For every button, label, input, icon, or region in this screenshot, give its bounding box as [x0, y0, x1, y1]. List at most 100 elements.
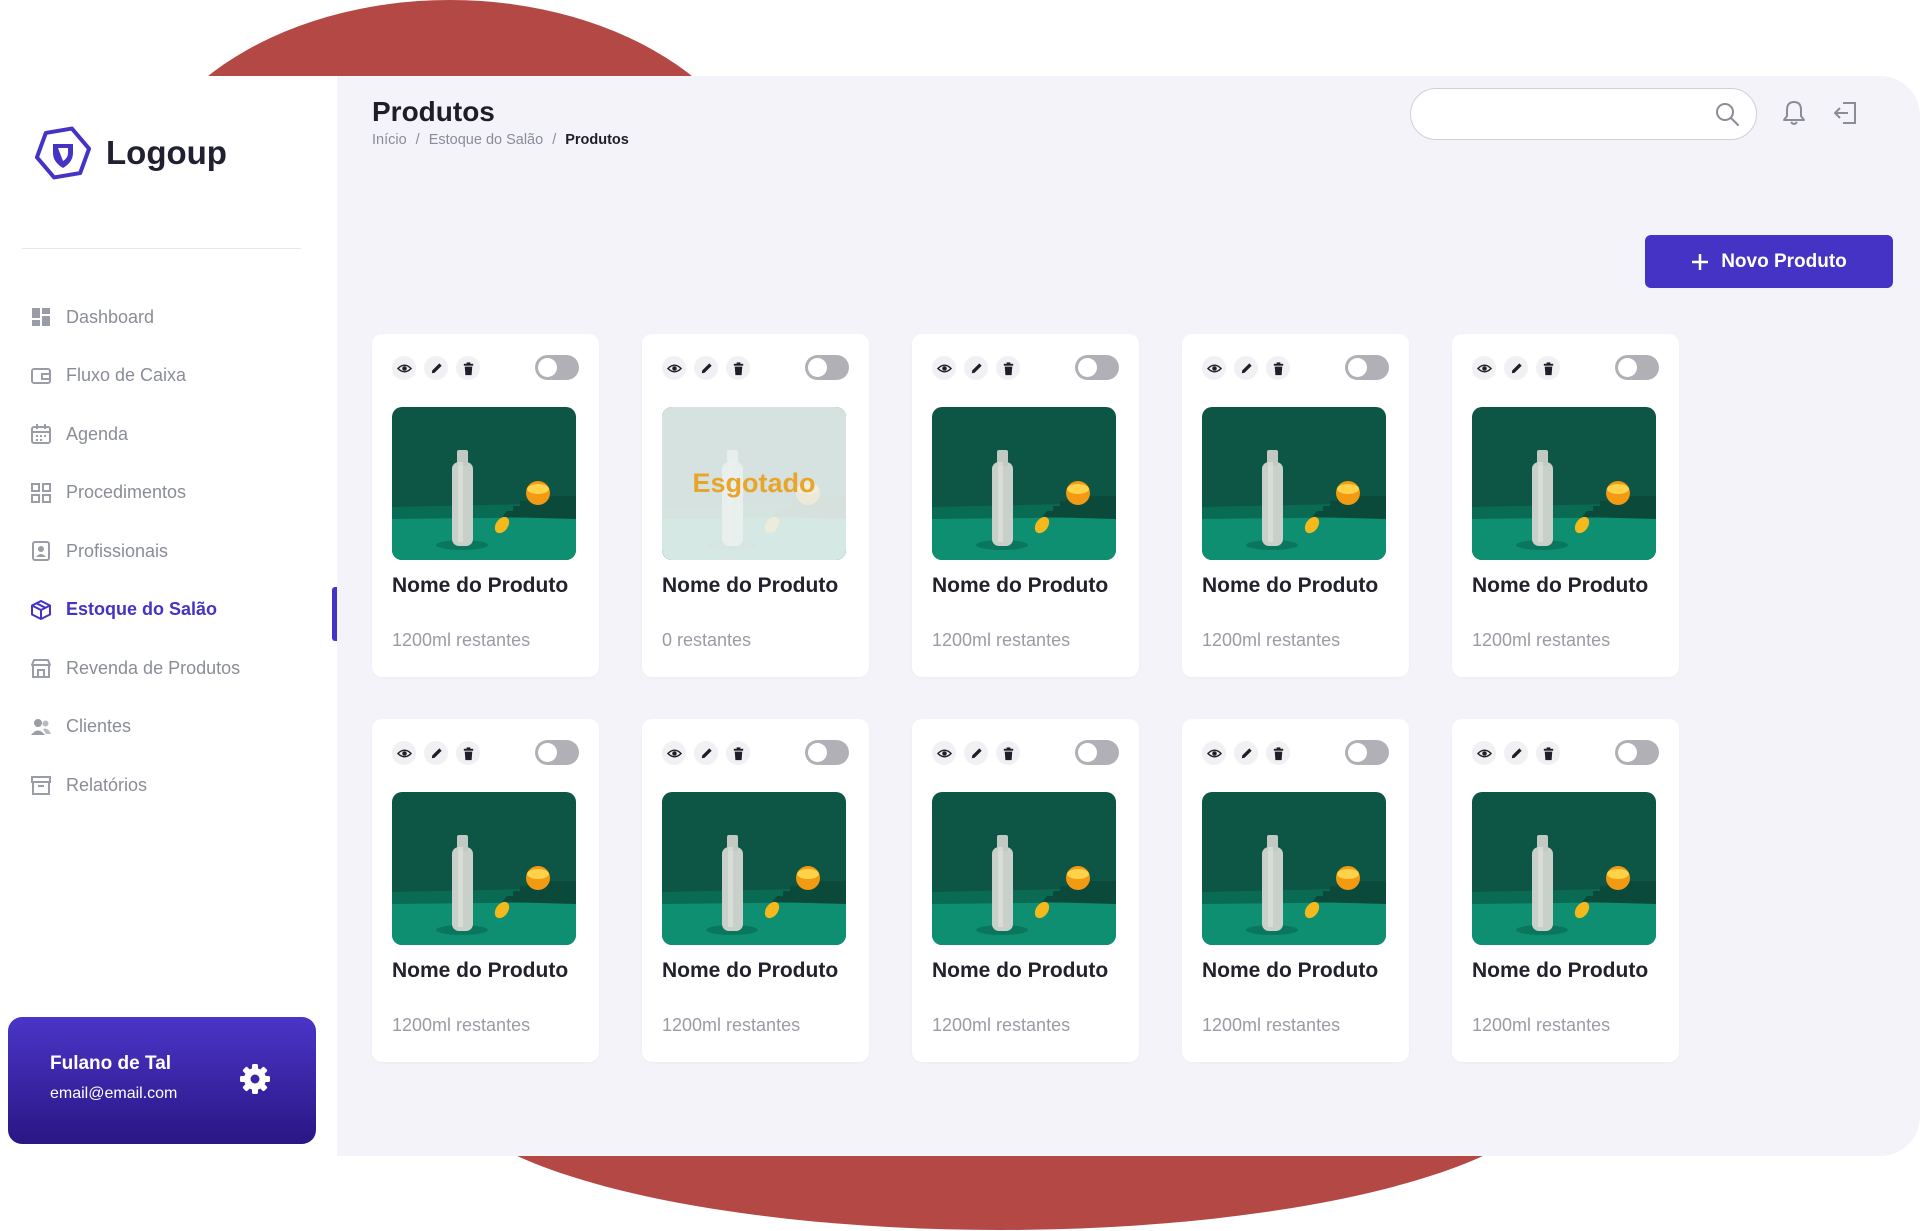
product-toggle[interactable]: [805, 355, 849, 380]
search-box: [1410, 88, 1757, 140]
sidebar-item-dashboard[interactable]: Dashboard: [0, 288, 337, 347]
view-button[interactable]: [1472, 356, 1496, 380]
sidebar-item-relatorios[interactable]: Relatórios: [0, 756, 337, 815]
search-input[interactable]: [1431, 99, 1701, 129]
view-button[interactable]: [932, 741, 956, 765]
sidebar-item-agenda[interactable]: Agenda: [0, 405, 337, 464]
sidebar-item-label: Relatórios: [66, 774, 148, 795]
edit-button[interactable]: [424, 741, 448, 765]
grid-icon: [31, 482, 51, 503]
edit-button[interactable]: [964, 741, 988, 765]
view-button[interactable]: [1472, 741, 1496, 765]
edit-button[interactable]: [694, 356, 718, 380]
view-button[interactable]: [932, 356, 956, 380]
sidebar-nav: Dashboard Fluxo de Caixa Agenda Procedim…: [0, 288, 337, 815]
view-button[interactable]: [1202, 356, 1226, 380]
product-card[interactable]: Nome do Produto 1200ml restantes: [642, 719, 869, 1062]
logout-icon[interactable]: [1831, 98, 1861, 128]
brand[interactable]: Logoup: [34, 124, 227, 182]
product-name: Nome do Produto: [392, 959, 569, 982]
delete-button[interactable]: [456, 741, 480, 765]
delete-button[interactable]: [1266, 356, 1290, 380]
trash-icon: [1543, 746, 1553, 760]
product-card[interactable]: Nome do Produto 1200ml restantes: [1182, 719, 1409, 1062]
edit-button[interactable]: [1234, 356, 1258, 380]
delete-button[interactable]: [456, 356, 480, 380]
card-actions: [1202, 741, 1290, 765]
product-card[interactable]: Nome do Produto 1200ml restantes: [372, 719, 599, 1062]
breadcrumb-item-inicio[interactable]: Início: [372, 132, 407, 148]
product-toggle[interactable]: [1075, 355, 1119, 380]
sidebar-item-fluxo-de-caixa[interactable]: Fluxo de Caixa: [0, 347, 337, 406]
product-stock: 1200ml restantes: [392, 630, 531, 650]
delete-button[interactable]: [1536, 741, 1560, 765]
edit-button[interactable]: [1504, 741, 1528, 765]
pencil-icon: [971, 362, 982, 373]
delete-button[interactable]: [996, 741, 1020, 765]
search-icon[interactable]: [1714, 101, 1740, 127]
view-button[interactable]: [392, 741, 416, 765]
product-toggle[interactable]: [805, 740, 849, 765]
delete-button[interactable]: [726, 356, 750, 380]
product-image: [392, 407, 576, 560]
view-button[interactable]: [662, 741, 686, 765]
eye-icon: [1476, 364, 1492, 372]
product-name: Nome do Produto: [1472, 574, 1649, 597]
product-photo: [662, 792, 846, 945]
user-card[interactable]: Fulano de Tal email@email.com: [8, 1017, 316, 1144]
trash-icon: [463, 361, 473, 375]
sidebar-item-revenda-de-produtos[interactable]: Revenda de Produtos: [0, 639, 337, 698]
product-stock: 1200ml restantes: [1472, 630, 1611, 650]
delete-button[interactable]: [1266, 741, 1290, 765]
store-icon: [31, 659, 51, 679]
edit-button[interactable]: [1504, 356, 1528, 380]
product-toggle[interactable]: [535, 740, 579, 765]
bell-icon[interactable]: [1779, 98, 1809, 128]
product-card[interactable]: Nome do Produto 1200ml restantes: [372, 334, 599, 677]
trash-icon: [1003, 361, 1013, 375]
product-toggle[interactable]: [1615, 355, 1659, 380]
sidebar-item-procedimentos[interactable]: Procedimentos: [0, 464, 337, 523]
edit-button[interactable]: [424, 356, 448, 380]
delete-button[interactable]: [726, 741, 750, 765]
view-button[interactable]: [392, 356, 416, 380]
product-image: [392, 792, 576, 945]
users-icon: [31, 718, 51, 735]
sidebar-item-clientes[interactable]: Clientes: [0, 698, 337, 757]
product-card[interactable]: Nome do Produto 1200ml restantes: [1182, 334, 1409, 677]
edit-button[interactable]: [1234, 741, 1258, 765]
view-button[interactable]: [662, 356, 686, 380]
product-toggle[interactable]: [1615, 740, 1659, 765]
product-toggle[interactable]: [1075, 740, 1119, 765]
product-toggle[interactable]: [1345, 740, 1389, 765]
breadcrumb-item-estoque[interactable]: Estoque do Salão: [429, 132, 543, 148]
product-card[interactable]: Esgotado Nome do Produto 0 restantes: [642, 334, 869, 677]
sidebar-item-estoque-do-salao[interactable]: Estoque do Salão: [0, 581, 337, 640]
product-stock: 1200ml restantes: [932, 630, 1071, 650]
delete-button[interactable]: [1536, 356, 1560, 380]
new-product-button[interactable]: Novo Produto: [1645, 235, 1893, 288]
breadcrumb-separator: /: [415, 132, 420, 148]
view-button[interactable]: [1202, 741, 1226, 765]
edit-button[interactable]: [964, 356, 988, 380]
product-toggle[interactable]: [1345, 355, 1389, 380]
delete-button[interactable]: [996, 356, 1020, 380]
product-toggle[interactable]: [535, 355, 579, 380]
product-card[interactable]: Nome do Produto 1200ml restantes: [912, 719, 1139, 1062]
card-actions: [1202, 356, 1290, 380]
pencil-icon: [971, 747, 982, 758]
wallet-icon: [31, 367, 51, 384]
product-card[interactable]: Nome do Produto 1200ml restantes: [912, 334, 1139, 677]
product-image: [932, 407, 1116, 560]
product-card[interactable]: Nome do Produto 1200ml restantes: [1452, 334, 1679, 677]
pencil-icon: [431, 362, 442, 373]
edit-button[interactable]: [694, 741, 718, 765]
sidebar-item-profissionais[interactable]: Profissionais: [0, 522, 337, 581]
gear-icon[interactable]: [239, 1063, 271, 1095]
product-name: Nome do Produto: [1202, 959, 1379, 982]
product-stock: 0 restantes: [662, 630, 752, 650]
card-actions: [392, 741, 480, 765]
product-image: Esgotado: [662, 407, 846, 560]
product-card[interactable]: Nome do Produto 1200ml restantes: [1452, 719, 1679, 1062]
product-photo: [1472, 407, 1656, 560]
